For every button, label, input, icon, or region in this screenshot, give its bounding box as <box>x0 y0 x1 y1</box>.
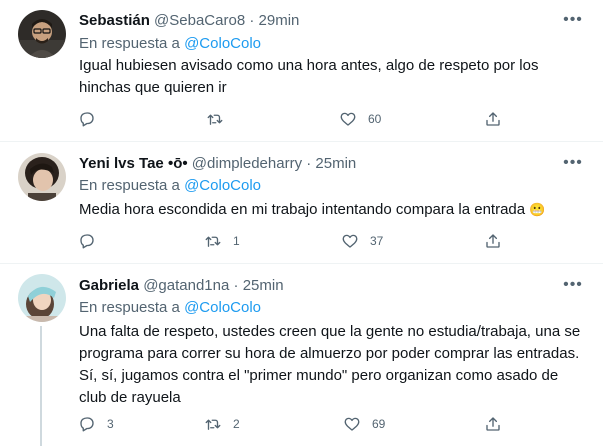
share-icon <box>486 417 500 431</box>
tweet[interactable]: Yeni lvs Tae •ō• @dimpledeharry · 25min … <box>0 142 603 264</box>
share-button[interactable] <box>484 414 502 434</box>
avatar[interactable] <box>18 153 66 201</box>
reply-prefix: En respuesta a <box>79 299 180 316</box>
reply-icon <box>80 112 94 127</box>
like-icon <box>344 417 360 431</box>
retweet-button[interactable] <box>206 109 235 129</box>
reply-button[interactable]: 3 <box>78 414 114 434</box>
tweet-text: Igual hubiesen avisado como una hora ant… <box>79 55 584 99</box>
reply-button[interactable] <box>78 109 107 129</box>
share-button[interactable] <box>484 109 502 129</box>
retweet-icon <box>205 236 221 247</box>
share-icon <box>486 234 500 248</box>
timestamp[interactable]: 25min <box>243 277 284 294</box>
share-button[interactable] <box>484 231 502 251</box>
avatar-image <box>18 274 66 322</box>
avatar[interactable] <box>18 274 66 322</box>
reply-icon <box>80 234 94 249</box>
tweet[interactable]: Gabriela @gatand1na · 25min ••• En respu… <box>0 264 603 446</box>
like-icon <box>340 112 356 126</box>
retweet-icon <box>205 419 221 430</box>
separator-dot: · <box>306 155 312 172</box>
timestamp[interactable]: 25min <box>315 155 356 172</box>
retweet-count: 2 <box>233 417 240 431</box>
avatar-image <box>18 153 66 201</box>
action-bar: 1 37 <box>78 231 518 251</box>
like-button[interactable]: 69 <box>343 414 385 434</box>
more-icon[interactable]: ••• <box>561 12 585 33</box>
like-count: 69 <box>372 417 386 431</box>
action-bar: 3 2 69 <box>78 414 518 434</box>
tweet-text-content: Igual hubiesen avisado como una hora ant… <box>79 57 539 96</box>
share-icon <box>486 112 500 126</box>
reply-prefix: En respuesta a <box>79 177 180 194</box>
reply-mention-link[interactable]: @ColoColo <box>184 299 261 316</box>
like-count: 60 <box>368 112 382 126</box>
retweet-count: 1 <box>233 234 240 248</box>
reply-prefix: En respuesta a <box>79 35 180 52</box>
thread-line <box>40 326 42 446</box>
tweet-text: Media hora escondida en mi trabajo inten… <box>79 199 584 221</box>
tweet-header: Sebastián @SebaCaro8 · 29min <box>79 11 299 31</box>
more-icon[interactable]: ••• <box>561 155 585 176</box>
reply-icon <box>80 417 94 432</box>
tweet-header: Yeni lvs Tae •ō• @dimpledeharry · 25min <box>79 154 356 174</box>
reply-context: En respuesta a @ColoColo <box>79 298 261 318</box>
more-icon[interactable]: ••• <box>561 277 585 298</box>
name-badge: •ō• <box>167 155 188 172</box>
reply-context: En respuesta a @ColoColo <box>79 34 261 54</box>
like-icon <box>342 234 358 248</box>
display-name[interactable]: Sebastián <box>79 12 150 29</box>
retweet-icon <box>207 114 223 125</box>
action-bar: 60 <box>78 109 518 129</box>
like-count: 37 <box>370 234 384 248</box>
tweet-text-content: Una falta de respeto, ustedes creen que … <box>79 323 581 406</box>
avatar[interactable] <box>18 10 66 58</box>
grimace-emoji: 😬 <box>529 202 546 217</box>
tweet-text-content: Media hora escondida en mi trabajo inten… <box>79 201 526 218</box>
user-handle[interactable]: @gatand1na <box>143 277 229 294</box>
separator-dot: · <box>233 277 239 294</box>
tweet[interactable]: Sebastián @SebaCaro8 · 29min ••• En resp… <box>0 0 603 142</box>
user-handle[interactable]: @dimpledeharry <box>192 155 302 172</box>
retweet-button[interactable]: 2 <box>204 414 240 434</box>
reply-button[interactable] <box>78 231 107 251</box>
reply-mention-link[interactable]: @ColoColo <box>184 177 261 194</box>
display-name[interactable]: Yeni lvs Tae <box>79 155 164 172</box>
avatar-image <box>18 10 66 58</box>
like-button[interactable]: 37 <box>341 231 383 251</box>
separator-dot: · <box>249 12 255 29</box>
reply-count: 3 <box>107 417 114 431</box>
like-button[interactable]: 60 <box>339 109 381 129</box>
timestamp[interactable]: 29min <box>259 12 300 29</box>
tweet-text: Una falta de respeto, ustedes creen que … <box>79 321 589 409</box>
reply-mention-link[interactable]: @ColoColo <box>184 35 261 52</box>
reply-context: En respuesta a @ColoColo <box>79 176 261 196</box>
tweet-header: Gabriela @gatand1na · 25min <box>79 276 284 296</box>
display-name[interactable]: Gabriela <box>79 277 139 294</box>
user-handle[interactable]: @SebaCaro8 <box>154 12 245 29</box>
retweet-button[interactable]: 1 <box>204 231 240 251</box>
